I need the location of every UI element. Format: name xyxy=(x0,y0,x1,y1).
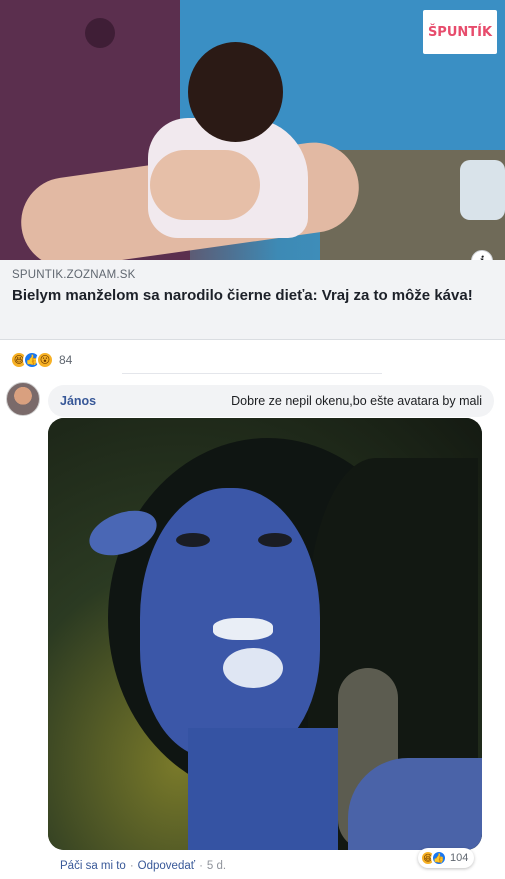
image-mouth xyxy=(213,618,273,640)
photo-fabric xyxy=(460,160,505,220)
reply-button[interactable]: Odpovedať xyxy=(138,860,195,872)
like-icon: 👍 xyxy=(431,850,447,866)
like-comment-button[interactable]: Páči sa mi to xyxy=(60,860,126,872)
image-chin xyxy=(223,648,283,688)
comment-timestamp[interactable]: 5 d. xyxy=(207,860,226,872)
comment-author[interactable]: János xyxy=(60,394,96,408)
separator: · xyxy=(129,860,134,872)
image-eye-right xyxy=(258,533,292,547)
link-title[interactable]: Bielym manželom sa narodilo čierne dieťa… xyxy=(12,286,482,306)
photo-hand xyxy=(150,150,260,220)
comment-image[interactable] xyxy=(48,418,482,850)
image-shoulder xyxy=(348,758,482,850)
comment-actions: Páči sa mi to · Odpovedať · 5 d. xyxy=(60,858,226,874)
avatar[interactable] xyxy=(6,382,40,416)
divider xyxy=(122,373,382,374)
link-domain: SPUNTIK.ZOZNAM.SK xyxy=(12,269,136,281)
wow-icon: 😮 xyxy=(36,351,54,369)
comment-reactions[interactable]: 😆 👍 104 xyxy=(418,848,475,868)
link-caption[interactable]: SPUNTIK.ZOZNAM.SK Bielym manželom sa nar… xyxy=(0,260,505,340)
comment-reaction-count: 104 xyxy=(450,852,469,864)
image-eye-left xyxy=(176,533,210,547)
reaction-count[interactable]: 84 xyxy=(59,353,72,367)
image-neck xyxy=(188,728,338,850)
photo-baby-head xyxy=(188,42,283,142)
comment-text: Dobre ze nepil okenu,bo ešte avatara by … xyxy=(231,394,482,408)
link-preview-image[interactable]: ŠPUNTÍK xyxy=(0,0,505,260)
brand-logo: ŠPUNTÍK xyxy=(423,10,497,54)
photo-sweater-button xyxy=(85,18,115,48)
post-reactions[interactable]: 😆 👍 😮 84 xyxy=(10,350,72,370)
comment-bubble: János Dobre ze nepil okenu,bo ešte avata… xyxy=(48,385,494,417)
separator: · xyxy=(199,860,203,872)
